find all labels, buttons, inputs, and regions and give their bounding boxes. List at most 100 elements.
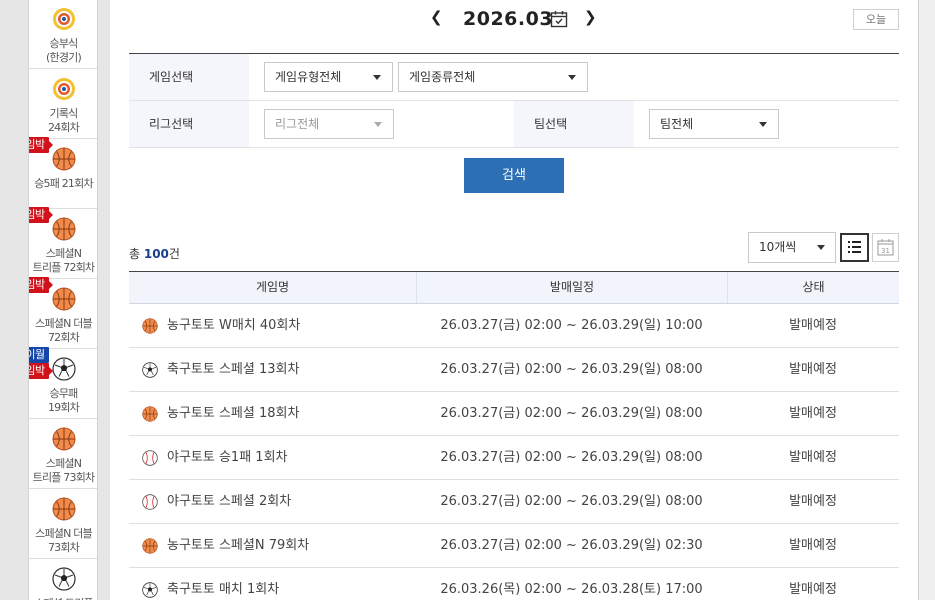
game-name-link[interactable]: 축구토토 스페셜 13회차 (129, 348, 416, 391)
total-suffix: 건 (168, 247, 180, 261)
game-name-link[interactable]: 농구토토 스페셜N 79회차 (129, 524, 416, 567)
calendar-view-button[interactable]: 31 (872, 233, 899, 262)
col-header-schedule: 발매일정 (416, 272, 727, 303)
sale-schedule: 26.03.27(금) 02:00 ~ 26.03.29(일) 08:00 (440, 362, 703, 377)
team-select[interactable]: 팀전체 (649, 109, 779, 139)
game-name-link[interactable]: 축구토토 매치 1회차 (129, 568, 416, 600)
list-icon (848, 241, 861, 253)
sidebar-game-item[interactable]: 스페셜N 더블 73회차 (29, 489, 97, 559)
table-row[interactable]: 농구토토 W매치 40회차 26.03.27(금) 02:00 ~ 26.03.2… (129, 304, 899, 348)
per-page-value: 10개씩 (759, 240, 797, 254)
sidebar-item-label: 승무패 19회차 (47, 387, 80, 414)
game-name-link[interactable]: 야구토토 승1패 1회차 (129, 436, 416, 479)
sale-status: 발매예정 (789, 450, 837, 465)
game-name-link[interactable]: 야구토토 스페셜 2회차 (129, 480, 416, 523)
target-icon (52, 77, 76, 101)
game-name-link[interactable]: 농구토토 W매치 40회차 (129, 304, 416, 347)
team-value: 팀전체 (660, 117, 694, 131)
table-row[interactable]: 축구토토 스페셜 13회차 26.03.27(금) 02:00 ~ 26.03.2… (129, 348, 899, 392)
imminent-badge: 임박 (29, 207, 53, 223)
list-view-button[interactable] (840, 233, 869, 262)
imminent-badge: 임박 (29, 277, 53, 293)
sidebar-game-item[interactable]: 승부식 (한경기) (29, 0, 97, 69)
sidebar-item-label: 승5패 21회차 (34, 177, 93, 190)
sidebar-item-label: 스페셜N 트리플 73회차 (32, 457, 96, 484)
basketball-icon (52, 497, 76, 521)
sale-status: 발매예정 (789, 582, 837, 597)
table-row[interactable]: 야구토토 승1패 1회차 26.03.27(금) 02:00 ~ 26.03.29… (129, 436, 899, 480)
sidebar-game-item[interactable]: 승5패 21회차 임박 (29, 137, 97, 209)
month-title: 2026.03 (463, 8, 554, 30)
target-icon (52, 7, 76, 31)
today-button[interactable]: 오늘 (853, 9, 899, 30)
col-header-name: 게임명 (255, 280, 290, 294)
sale-schedule: 26.03.27(금) 02:00 ~ 26.03.29(일) 08:00 (440, 450, 703, 465)
calendar-icon: 31 (877, 239, 894, 256)
table-row[interactable]: 농구토토 스페셜N 79회차 26.03.27(금) 02:00 ~ 26.03.… (129, 524, 899, 568)
sidebar-game-item[interactable]: 스페셜N 더블 72회차 임박 (29, 277, 97, 349)
table-row[interactable]: 축구토토 매치 1회차 26.03.26(목) 02:00 ~ 26.03.28(… (129, 568, 899, 600)
sidebar-item-label: 승부식 (한경기) (46, 37, 82, 64)
carryover-badge: 이월 (29, 347, 49, 363)
right-gutter (918, 0, 935, 600)
league-select[interactable]: 리그전체 (264, 109, 394, 139)
soccer-ball-icon (52, 567, 76, 591)
game-name-link[interactable]: 농구토토 스페셜 18회차 (129, 392, 416, 435)
sidebar-game-item[interactable]: 스페셜N 트리플 72회차 임박 (29, 207, 97, 279)
basketball-icon (52, 427, 76, 451)
sale-status: 발매예정 (789, 494, 837, 509)
chevron-down-icon (759, 122, 767, 127)
per-page-select[interactable]: 10개씩 (748, 232, 836, 263)
game-type-value: 게임유형전체 (275, 70, 342, 84)
imminent-badge: 임박 (29, 137, 53, 153)
sidebar-item-label: 스페셜N 더블 73회차 (35, 527, 93, 554)
game-type-select[interactable]: 게임유형전체 (264, 62, 393, 92)
table-row[interactable]: 야구토토 스페셜 2회차 26.03.27(금) 02:00 ~ 26.03.29… (129, 480, 899, 524)
main-panel: ❮ 2026.03 ❯ 오늘 게임선택 게임유형전체 게임종류전체 리그선택 리… (110, 0, 918, 600)
total-prefix: 총 (129, 247, 144, 261)
chevron-down-icon (373, 75, 381, 80)
prev-month-button[interactable]: ❮ (430, 8, 443, 26)
sale-schedule: 26.03.27(금) 02:00 ~ 26.03.29(일) 08:00 (440, 406, 703, 421)
sidebar-game-item[interactable]: 스페셜 트리플 (29, 559, 97, 600)
search-button[interactable]: 검색 (464, 158, 564, 193)
sidebar-game-item[interactable]: 스페셜N 트리플 73회차 (29, 419, 97, 489)
sale-status: 발매예정 (789, 362, 837, 377)
sale-schedule: 26.03.27(금) 02:00 ~ 26.03.29(일) 02:30 (440, 538, 703, 553)
game-select-label: 게임선택 (129, 54, 249, 100)
chevron-down-icon (374, 122, 382, 127)
soccer-ball-icon (52, 357, 76, 381)
chevron-down-icon (568, 75, 576, 80)
league-value: 리그전체 (275, 117, 320, 131)
svg-text:31: 31 (881, 247, 890, 255)
team-select-label: 팀선택 (514, 101, 634, 147)
calendar-icon[interactable] (550, 10, 568, 28)
sidebar-game-item[interactable]: 승무패 19회차 이월임박 (29, 347, 97, 419)
total-count: 총 100건 (129, 245, 180, 262)
sidebar-item-label: 스페셜N 더블 72회차 (35, 317, 93, 344)
sidebar-item-label: 기록식 24회차 (47, 107, 80, 134)
next-month-button[interactable]: ❯ (584, 8, 597, 26)
game-kind-select[interactable]: 게임종류전체 (398, 62, 588, 92)
sidebar-item-label: 스페셜N 트리플 72회차 (32, 247, 96, 274)
basketball-icon (52, 147, 76, 171)
filter-row-game: 게임선택 게임유형전체 게임종류전체 (129, 54, 899, 101)
table-row[interactable]: 농구토토 스페셜 18회차 26.03.27(금) 02:00 ~ 26.03.2… (129, 392, 899, 436)
sale-status: 발매예정 (789, 538, 837, 553)
game-kind-value: 게임종류전체 (409, 70, 476, 84)
game-sidebar: 승부식 (한경기)기록식 24회차승5패 21회차임박스페셜N 트리플 72회차… (28, 0, 98, 600)
table-header: 게임명 발매일정 상태 (129, 271, 899, 304)
sale-schedule: 26.03.27(금) 02:00 ~ 26.03.29(일) 10:00 (440, 318, 703, 333)
sale-schedule: 26.03.27(금) 02:00 ~ 26.03.29(일) 08:00 (440, 494, 703, 509)
sale-status: 발매예정 (789, 318, 837, 333)
sidebar-game-item[interactable]: 기록식 24회차 (29, 69, 97, 139)
basketball-icon (52, 287, 76, 311)
sale-schedule: 26.03.26(목) 02:00 ~ 26.03.28(토) 17:00 (440, 582, 703, 597)
filter-row-league: 리그선택 리그전체 팀선택 팀전체 (129, 101, 899, 148)
chevron-down-icon (817, 245, 825, 250)
imminent-badge: 임박 (29, 363, 53, 379)
league-select-label: 리그선택 (129, 101, 249, 147)
filter-table: 게임선택 게임유형전체 게임종류전체 리그선택 리그전체 팀선택 팀전체 (129, 53, 899, 148)
sale-status: 발매예정 (789, 406, 837, 421)
basketball-icon (52, 217, 76, 241)
